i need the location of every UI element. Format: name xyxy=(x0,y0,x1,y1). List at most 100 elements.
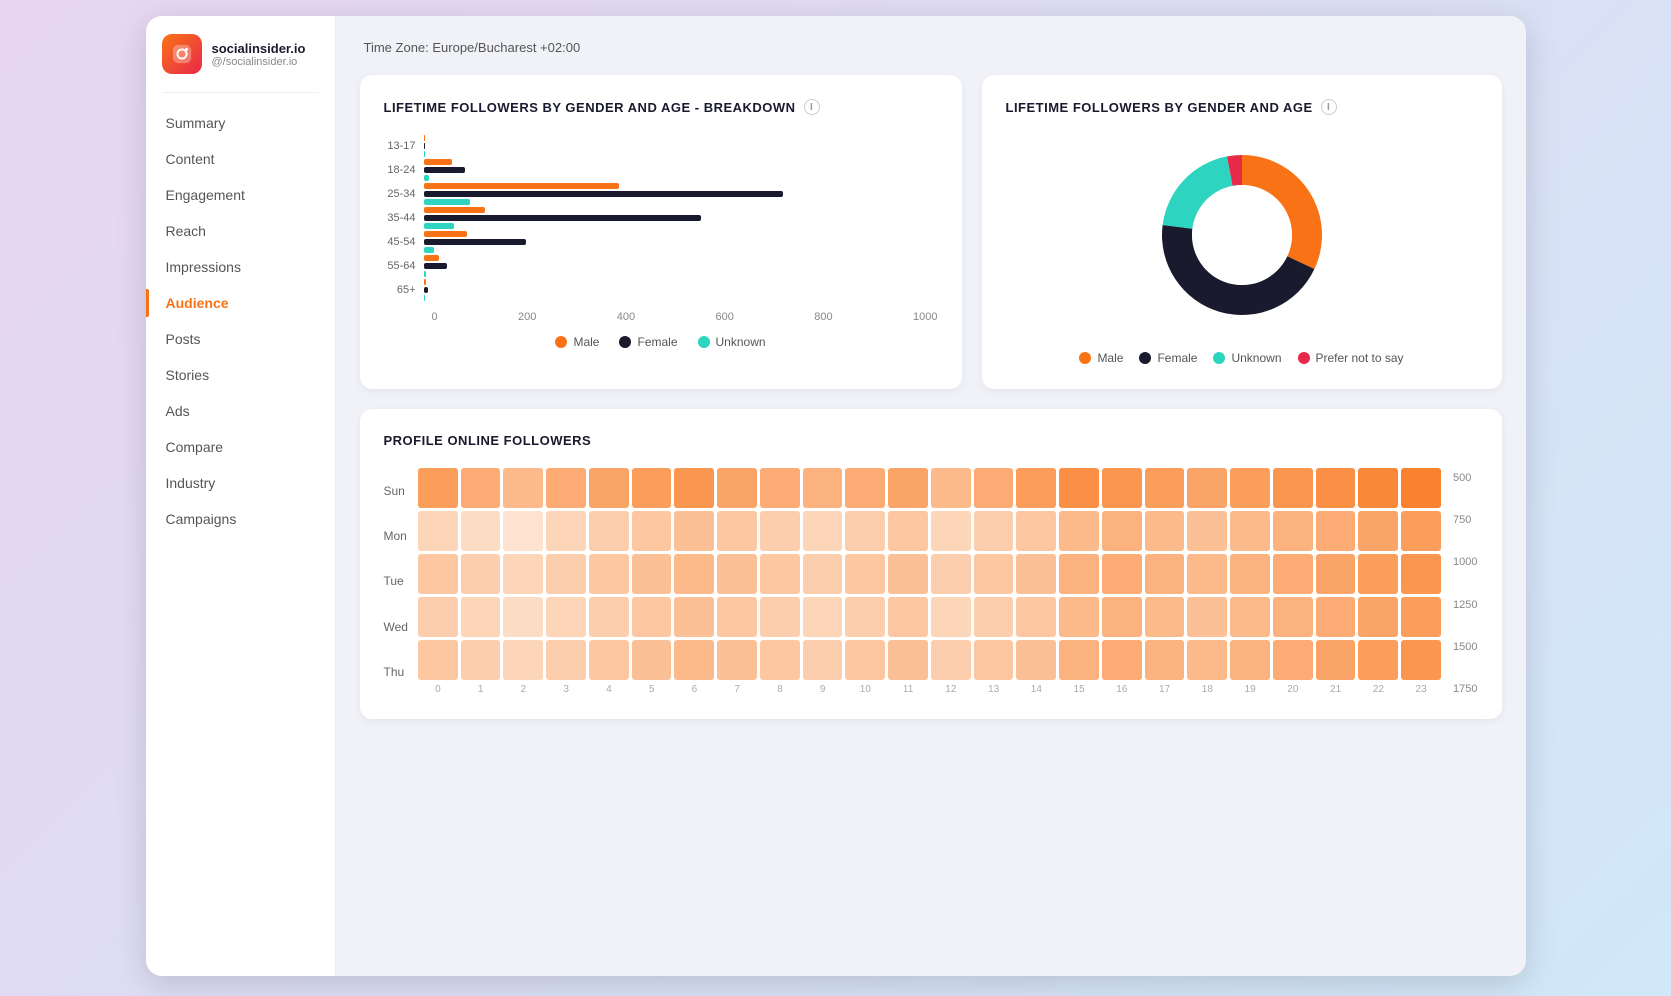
heatmap-cell xyxy=(418,554,458,594)
heatmap-cell xyxy=(1016,640,1056,680)
heatmap-row xyxy=(418,597,1441,637)
heatmap-cell xyxy=(1273,468,1313,508)
heatmap-cell xyxy=(632,468,672,508)
bar-chart: 13-1718-2425-3435-4445-5455-6465+ xyxy=(384,135,938,303)
donut-chart-card: LIFETIME FOLLOWERS BY GENDER AND AGE i M… xyxy=(982,75,1502,389)
donut-male-dot xyxy=(1079,352,1091,364)
heatmap-cell xyxy=(461,554,501,594)
heatmap-cell xyxy=(1230,597,1270,637)
bar-female xyxy=(424,263,447,269)
heatmap-cell xyxy=(546,554,586,594)
heatmap-row xyxy=(418,640,1441,680)
heatmap-x-label: 2 xyxy=(503,684,543,695)
heatmap-right-label: 1250 xyxy=(1453,599,1477,611)
heatmap-cell xyxy=(974,554,1014,594)
heatmap-cell xyxy=(674,640,714,680)
heatmap-cell xyxy=(589,640,629,680)
sidebar-item-impressions[interactable]: Impressions xyxy=(146,249,335,285)
brand-handle: @/socialinsider.io xyxy=(212,56,306,68)
heatmap-row xyxy=(418,554,1441,594)
sidebar-item-ads[interactable]: Ads xyxy=(146,393,335,429)
heatmap-cell xyxy=(589,597,629,637)
heatmap-cell xyxy=(931,597,971,637)
x-tick: 200 xyxy=(518,311,536,323)
sidebar-item-industry[interactable]: Industry xyxy=(146,465,335,501)
bar-age-label: 25-34 xyxy=(384,188,424,200)
bar-age-label: 45-54 xyxy=(384,236,424,248)
bar-male xyxy=(424,183,619,189)
sidebar-item-campaigns[interactable]: Campaigns xyxy=(146,501,335,537)
sidebar-item-compare[interactable]: Compare xyxy=(146,429,335,465)
donut-container: Male Female Unknown Prefer not to s xyxy=(1006,135,1478,365)
heatmap-cell xyxy=(1187,554,1227,594)
heatmap-cell xyxy=(461,640,501,680)
heatmap-cell xyxy=(674,511,714,551)
heatmap-y-label: Sun xyxy=(384,469,408,513)
legend-male: Male xyxy=(555,335,599,349)
heatmap-cell xyxy=(845,640,885,680)
heatmap-cell xyxy=(1059,640,1099,680)
heatmap-x-label: 12 xyxy=(931,684,971,695)
timezone-bar: Time Zone: Europe/Bucharest +02:00 xyxy=(360,40,1502,55)
heatmap-cell xyxy=(974,597,1014,637)
heatmap-cell xyxy=(1401,511,1441,551)
heatmap-cell xyxy=(1316,597,1356,637)
sidebar-item-stories[interactable]: Stories xyxy=(146,357,335,393)
donut-chart-info-icon[interactable]: i xyxy=(1321,99,1337,115)
female-dot xyxy=(619,336,631,348)
heatmap-cell xyxy=(845,468,885,508)
heatmap-cell xyxy=(503,511,543,551)
sidebar-item-content[interactable]: Content xyxy=(146,141,335,177)
donut-prefer-dot xyxy=(1298,352,1310,364)
legend-unknown: Unknown xyxy=(698,335,766,349)
bar-row: 65+ xyxy=(384,279,938,301)
bar-male xyxy=(424,135,425,141)
bar-chart-info-icon[interactable]: i xyxy=(804,99,820,115)
heatmap-cell xyxy=(803,554,843,594)
heatmap-cell xyxy=(1187,640,1227,680)
sidebar-item-summary[interactable]: Summary xyxy=(146,105,335,141)
sidebar-item-audience[interactable]: Audience xyxy=(146,285,335,321)
bar-unknown xyxy=(424,199,470,205)
heatmap-cell xyxy=(589,468,629,508)
heatmap-cell xyxy=(674,468,714,508)
bar-row: 13-17 xyxy=(384,135,938,157)
heatmap-grid-wrap: 01234567891011121314151617181920212223 xyxy=(418,468,1441,695)
sidebar-item-engagement[interactable]: Engagement xyxy=(146,177,335,213)
bar-row: 35-44 xyxy=(384,207,938,229)
bar-unknown xyxy=(424,223,455,229)
heatmap-cell xyxy=(888,554,928,594)
donut-legend-unknown: Unknown xyxy=(1213,351,1281,365)
heatmap-cell xyxy=(1102,511,1142,551)
heatmap-cell xyxy=(1016,597,1056,637)
heatmap-cell xyxy=(1187,597,1227,637)
heatmap-cell xyxy=(1059,554,1099,594)
bar-track xyxy=(424,183,938,205)
heatmap-cell xyxy=(1059,468,1099,508)
heatmap-y-labels: SunMonTueWedThu xyxy=(384,468,418,695)
heatmap-cell xyxy=(845,554,885,594)
heatmap-cell xyxy=(1358,597,1398,637)
bar-female xyxy=(424,167,465,173)
heatmap-cell xyxy=(1145,640,1185,680)
heatmap-cell xyxy=(632,640,672,680)
bar-unknown xyxy=(424,271,427,277)
heatmap-cell xyxy=(461,468,501,508)
x-tick: 600 xyxy=(716,311,734,323)
heatmap-x-label: 8 xyxy=(760,684,800,695)
brand-name: socialinsider.io xyxy=(212,41,306,56)
heatmap-cell xyxy=(931,640,971,680)
heatmap-x-label: 17 xyxy=(1145,684,1185,695)
bar-track xyxy=(424,159,938,181)
heatmap-cell xyxy=(1358,468,1398,508)
heatmap-cell xyxy=(1316,554,1356,594)
heatmap-cell xyxy=(717,640,757,680)
heatmap-cell xyxy=(1230,511,1270,551)
heatmap-x-label: 22 xyxy=(1358,684,1398,695)
bar-age-label: 18-24 xyxy=(384,164,424,176)
bar-row: 25-34 xyxy=(384,183,938,205)
heatmap-cell xyxy=(1273,597,1313,637)
sidebar-item-posts[interactable]: Posts xyxy=(146,321,335,357)
x-tick: 400 xyxy=(617,311,635,323)
sidebar-item-reach[interactable]: Reach xyxy=(146,213,335,249)
